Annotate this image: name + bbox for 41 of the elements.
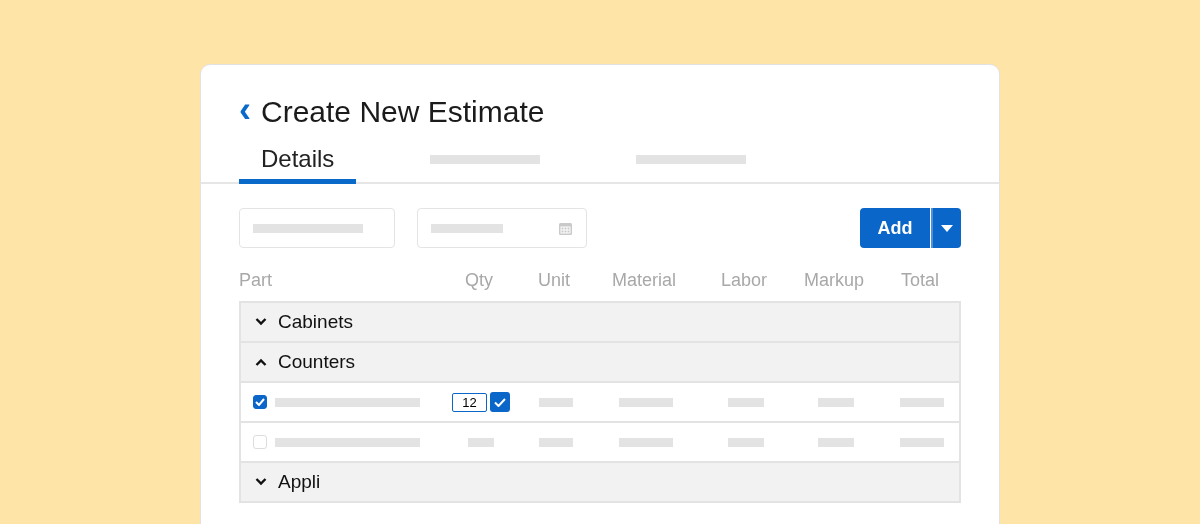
page-title: Create New Estimate <box>261 95 545 129</box>
column-header: Material <box>611 270 677 291</box>
group-label: Counters <box>278 351 356 373</box>
group-row[interactable]: Cabinets <box>241 303 959 343</box>
chevron-icon <box>255 318 267 326</box>
group-label: Cabinets <box>278 311 353 333</box>
column-header: Total <box>900 270 940 291</box>
placeholder-bar <box>900 437 944 447</box>
dropdown-button[interactable] <box>931 208 961 248</box>
placeholder-bar <box>468 437 494 447</box>
column-header: Labor <box>719 270 768 291</box>
placeholder-bar <box>539 437 573 447</box>
placeholder-bar <box>818 397 854 407</box>
column-header: Part <box>239 270 273 291</box>
placeholder-bar <box>900 397 944 407</box>
back-button[interactable]: ‹ <box>239 92 251 128</box>
add-button[interactable]: Add <box>860 208 930 248</box>
checkbox[interactable] <box>253 395 267 409</box>
group-label: Appli <box>278 471 321 493</box>
column-header: Qty <box>464 270 494 291</box>
confirm-button[interactable] <box>490 392 510 412</box>
placeholder-bar <box>728 437 764 447</box>
column-header: Unit <box>537 270 571 291</box>
placeholder-bar <box>619 397 673 407</box>
placeholder-bar <box>619 437 673 447</box>
check-icon <box>255 398 265 406</box>
chevron-icon <box>255 358 267 366</box>
column-header: Markup <box>803 270 865 291</box>
group-row[interactable]: Counters <box>241 343 959 383</box>
input-field[interactable] <box>239 208 395 248</box>
placeholder-bar <box>728 397 764 407</box>
date-field[interactable] <box>417 208 587 248</box>
caret-icon <box>941 224 953 232</box>
chevron-icon <box>255 478 267 486</box>
quantity-field[interactable]: 12 <box>452 392 487 412</box>
placeholder-bar <box>818 437 854 447</box>
group-row[interactable]: Appli <box>241 463 959 503</box>
placeholder-bar <box>539 397 573 407</box>
check-icon <box>494 397 506 407</box>
tab[interactable]: Details <box>239 139 357 184</box>
calendar-icon <box>558 220 573 236</box>
